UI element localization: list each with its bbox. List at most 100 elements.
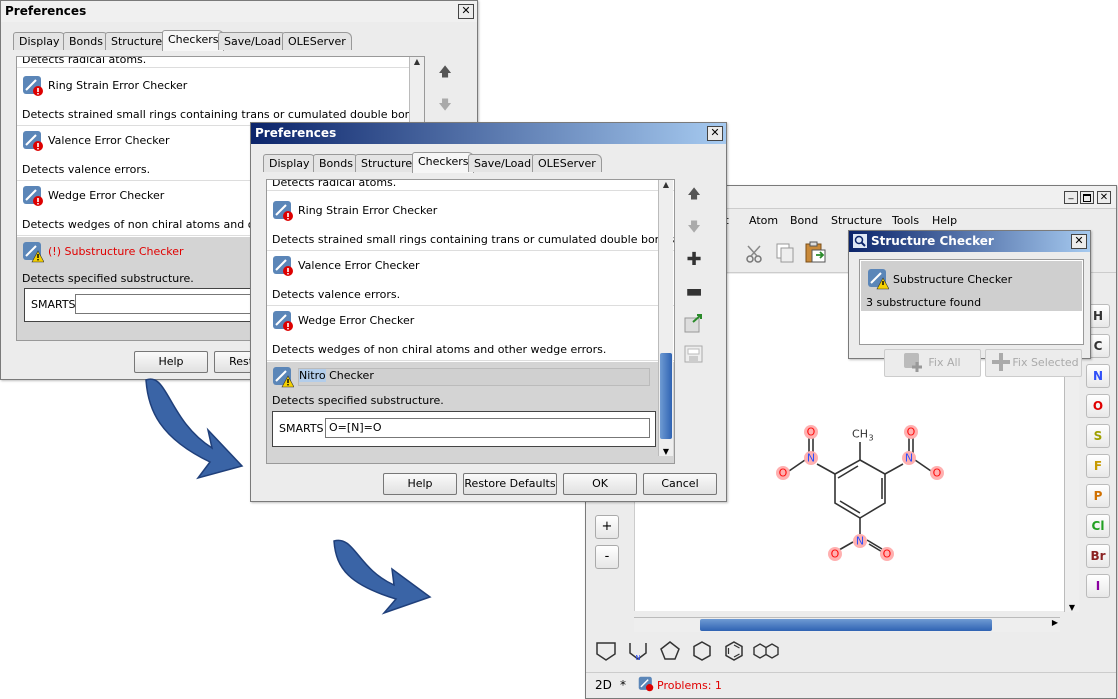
svg-text:N: N xyxy=(856,535,864,548)
svg-text:O: O xyxy=(831,548,840,561)
problems-count[interactable]: Problems: 1 xyxy=(657,679,722,692)
list-item[interactable]: Detects radical atoms. xyxy=(17,57,424,68)
cancel-button[interactable]: Cancel xyxy=(643,473,717,495)
list-item[interactable]: Ring Strain Error Checker Detects strain… xyxy=(17,71,424,126)
front-scrollbar[interactable]: ▲ ▼ xyxy=(658,180,673,456)
list-item-selected[interactable]: Nitro Checker Detects specified substruc… xyxy=(267,362,674,463)
checker-error-icon xyxy=(273,311,293,331)
close-icon[interactable]: ✕ xyxy=(1071,234,1087,249)
cyclohexane-icon[interactable] xyxy=(690,639,714,663)
move-down-icon[interactable]: 🡇 xyxy=(435,96,455,118)
restore-defaults-button[interactable]: Restore Defaults xyxy=(463,473,557,495)
checker-status-icon[interactable] xyxy=(638,676,654,692)
checker-error-icon xyxy=(273,201,293,221)
fix-all-button[interactable]: Fix All xyxy=(884,349,981,377)
checker-warning-icon xyxy=(273,367,294,388)
tab-display[interactable]: Display xyxy=(263,154,316,172)
smarts-input[interactable]: O=[N]=O xyxy=(325,418,650,438)
paste-icon[interactable] xyxy=(804,241,828,265)
svg-text:O: O xyxy=(883,548,892,561)
move-down-icon[interactable]: 🡇 xyxy=(684,218,704,240)
tab-structure[interactable]: Structure xyxy=(355,154,419,172)
close-icon[interactable]: ✕ xyxy=(707,126,723,141)
result-item[interactable]: Substructure Checker 3 substructure foun… xyxy=(861,261,1082,311)
magnifier-icon xyxy=(853,234,867,248)
list-item[interactable]: Valence Error Checker Detects valence er… xyxy=(267,251,674,306)
svg-text:O: O xyxy=(907,426,916,439)
zoom-out-button[interactable]: - xyxy=(595,545,619,569)
menu-bond[interactable]: Bond xyxy=(790,214,818,227)
tab-display[interactable]: Display xyxy=(13,32,66,50)
remove-checker-icon[interactable]: ▬ xyxy=(684,281,704,302)
list-item[interactable]: Wedge Error Checker Detects wedges of no… xyxy=(267,306,674,361)
tab-oleserver[interactable]: OLEServer xyxy=(282,32,352,50)
tab-save-load[interactable]: Save/Load xyxy=(218,32,288,50)
element-o-button[interactable]: O xyxy=(1086,394,1110,418)
minimize-icon[interactable]: _ xyxy=(1064,190,1078,204)
menu-tools[interactable]: Tools xyxy=(892,214,919,227)
zoom-in-button[interactable]: + xyxy=(595,515,619,539)
import-config-icon[interactable] xyxy=(683,312,705,334)
svg-text:N: N xyxy=(905,452,913,465)
benzene-icon[interactable] xyxy=(722,639,746,663)
checker-name-selection: Nitro xyxy=(299,369,326,382)
tab-checkers[interactable]: Checkers xyxy=(162,30,225,51)
element-f-button[interactable]: F xyxy=(1086,454,1110,478)
modified-indicator: * xyxy=(620,678,626,692)
element-br-button[interactable]: Br xyxy=(1086,544,1110,568)
checker-results-list: Substructure Checker 3 substructure foun… xyxy=(859,259,1084,345)
back-dialog-title: Preferences xyxy=(5,4,87,18)
menu-help[interactable]: Help xyxy=(932,214,957,227)
checker-warning-icon xyxy=(23,242,44,263)
element-n-button[interactable]: N xyxy=(1086,364,1110,388)
element-i-button[interactable]: I xyxy=(1086,574,1110,598)
help-button[interactable]: Help xyxy=(383,473,457,495)
export-config-icon[interactable] xyxy=(683,343,705,365)
svg-text:O: O xyxy=(779,467,788,480)
tab-oleserver[interactable]: OLEServer xyxy=(532,154,602,172)
canvas-horizontal-scrollbar[interactable]: ▶ xyxy=(634,617,1060,632)
fix-selected-icon xyxy=(992,353,1010,371)
copy-icon[interactable] xyxy=(774,242,796,264)
trinitrotoluene-molecule: CH 3 NOO NOO NO O xyxy=(776,425,944,561)
fix-all-icon xyxy=(904,353,922,372)
flow-arrow-2 xyxy=(333,539,432,615)
checker-error-icon xyxy=(23,186,43,206)
maximize-icon[interactable] xyxy=(1080,191,1094,204)
svg-text:N: N xyxy=(807,452,815,465)
flow-arrow-1 xyxy=(145,378,244,480)
cut-icon[interactable] xyxy=(744,244,766,264)
tab-bonds[interactable]: Bonds xyxy=(313,154,359,172)
list-item[interactable]: Detects radical atoms. xyxy=(267,180,674,191)
ok-button[interactable]: OK xyxy=(563,473,637,495)
tab-save-load[interactable]: Save/Load xyxy=(468,154,538,172)
naphthalene-icon[interactable] xyxy=(752,639,780,663)
front-dialog-titlebar[interactable]: Preferences ✕ xyxy=(251,123,726,144)
back-dialog-titlebar[interactable]: Preferences ✕ xyxy=(1,1,477,22)
template-toolbar: N xyxy=(586,635,786,665)
tab-bonds[interactable]: Bonds xyxy=(63,32,109,50)
element-cl-button[interactable]: Cl xyxy=(1086,514,1110,538)
add-checker-icon[interactable]: ✚ xyxy=(684,249,704,270)
element-s-button[interactable]: S xyxy=(1086,424,1110,448)
tab-checkers[interactable]: Checkers xyxy=(412,152,475,173)
menu-structure[interactable]: Structure xyxy=(831,214,882,227)
checker-name-field[interactable]: Nitro Checker xyxy=(298,368,650,386)
tab-structure[interactable]: Structure xyxy=(105,32,169,50)
status-bar: 2D * Problems: 1 xyxy=(586,672,1116,697)
list-item[interactable]: Ring Strain Error Checker Detects strain… xyxy=(267,196,674,251)
structure-checker-titlebar[interactable]: Structure Checker ✕ xyxy=(849,231,1090,252)
cyclopentane-icon[interactable] xyxy=(658,639,682,663)
cyclopentane-n-icon[interactable] xyxy=(594,639,618,663)
menu-atom[interactable]: Atom xyxy=(749,214,778,227)
svg-text:CH: CH xyxy=(852,428,868,441)
move-up-icon[interactable]: 🡅 xyxy=(684,185,704,207)
checker-error-icon xyxy=(23,76,43,96)
pyrrole-icon[interactable]: N xyxy=(626,639,650,663)
element-p-button[interactable]: P xyxy=(1086,484,1110,508)
back-scrollbar[interactable]: ▲ xyxy=(409,57,424,127)
move-up-icon[interactable]: 🡅 xyxy=(435,63,455,85)
close-icon[interactable]: ✕ xyxy=(1097,191,1111,204)
smarts-box: SMARTS O=[N]=O xyxy=(272,411,656,447)
close-icon[interactable]: ✕ xyxy=(458,4,474,19)
